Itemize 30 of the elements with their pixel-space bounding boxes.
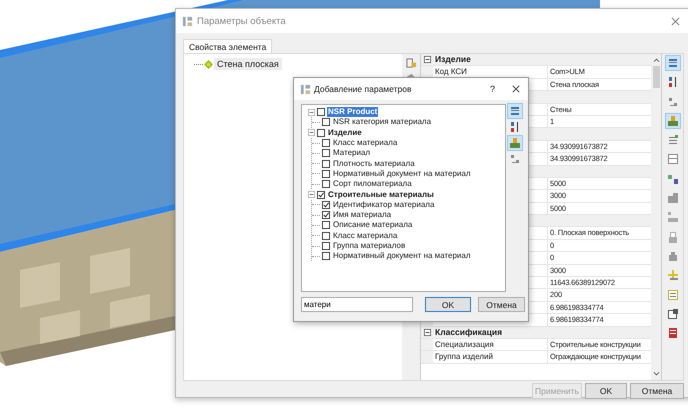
dialog-button[interactable]: OK <box>425 297 471 312</box>
tree-item[interactable]: Нормативный документ на материал <box>332 168 472 179</box>
tree-item[interactable]: Изделие <box>327 128 363 138</box>
dialog-button[interactable]: Отмена <box>630 383 684 399</box>
group-title: Классификация <box>434 326 502 338</box>
group-title: Изделие <box>434 54 471 66</box>
tree-item[interactable]: Класс материала <box>332 138 398 148</box>
tree-item[interactable]: Стена плоская <box>214 58 282 70</box>
tree-item[interactable]: Имя материала <box>332 210 392 220</box>
help-button[interactable]: ? <box>490 84 495 94</box>
tree-item[interactable]: Плотность материала <box>332 158 416 169</box>
property-name: Код КСИ <box>435 67 467 76</box>
tree-item[interactable]: Материал <box>332 148 372 158</box>
tree-item[interactable]: Сорт пиломатериала <box>332 179 413 190</box>
search-field[interactable]: матери <box>301 297 413 312</box>
tree-item[interactable]: Группа материалов <box>332 241 406 251</box>
tree-item[interactable]: Нормативный документ на материал <box>332 251 472 262</box>
tree-item[interactable]: Класс материала <box>332 230 398 241</box>
tree-item[interactable]: NSR категория материала <box>332 117 432 128</box>
tree-item[interactable]: Идентификатор материала <box>332 200 436 210</box>
dialog-title: Добавление параметров <box>314 84 412 94</box>
tree-item[interactable]: Строительные материалы <box>327 190 435 200</box>
dialog-button[interactable]: Отмена <box>478 297 525 312</box>
tree-item[interactable]: NSR Product <box>327 107 378 118</box>
property-name: Специализация <box>435 340 494 349</box>
window-title: Параметры объекта <box>197 16 286 26</box>
tab[interactable]: Свойства элемента <box>183 39 272 53</box>
tree-item[interactable]: Описание материала <box>332 220 414 230</box>
dialog-button[interactable]: OK <box>585 383 627 399</box>
property-name: Группа изделий <box>435 352 493 362</box>
